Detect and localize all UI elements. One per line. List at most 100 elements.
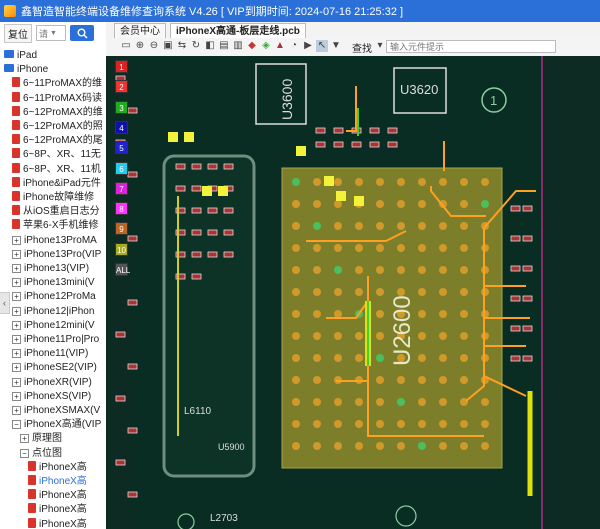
tree-item[interactable]: 6~8P、XR、11无 [0, 147, 106, 162]
tree-item[interactable]: iPhone&iPad元件 [0, 176, 106, 191]
layer-bottom-icon[interactable]: ▥ [232, 40, 244, 52]
component-search-input[interactable] [386, 40, 556, 53]
tree-item[interactable]: + iPhoneXS(VIP) [0, 389, 106, 404]
bga-ball [292, 420, 300, 428]
expand-icon: + [12, 249, 21, 259]
tree-item[interactable]: iPhoneX高 [0, 488, 106, 503]
tree-item[interactable]: + iPhoneSE2(VIP) [0, 360, 106, 375]
pointer-icon[interactable]: ▶ [302, 40, 314, 52]
chip-label-u3600: U3600 [279, 79, 295, 120]
measure-icon[interactable]: ◔ [288, 40, 300, 52]
bga-ball [292, 244, 300, 252]
tree-item[interactable]: 苹果6-X手机维修 [0, 218, 106, 233]
zoom-in-icon[interactable]: ⊕ [134, 40, 146, 52]
layer-button[interactable]: 9 [115, 222, 128, 236]
zoom-out-icon[interactable]: ⊖ [148, 40, 160, 52]
bga-ball [334, 442, 342, 450]
tree-item[interactable]: + iPhone13ProMA [0, 233, 106, 248]
filter-icon[interactable]: ▼ [330, 40, 342, 52]
search-button[interactable] [70, 25, 94, 41]
tree-item[interactable]: + iPhoneXR(VIP) [0, 375, 106, 390]
smd-pad [191, 273, 202, 280]
bga-ball [313, 244, 321, 252]
tree-item[interactable]: iPhoneX高 [0, 502, 106, 517]
highlight-pad [168, 132, 178, 142]
bga-ball [355, 332, 363, 340]
tree-item[interactable]: 6~12ProMAX的照 [0, 119, 106, 134]
tree-item[interactable]: 6~12ProMAX的维 [0, 105, 106, 120]
layer-button[interactable]: 8 [115, 202, 128, 216]
category-select[interactable]: 请 ▼ [36, 25, 66, 41]
bga-ball [439, 332, 447, 340]
diamond-icon[interactable]: ◆ [246, 40, 258, 52]
tree-item[interactable]: 6~11ProMAX的维 [0, 76, 106, 91]
collapse-panel-button[interactable]: ‹ [0, 292, 10, 314]
bga-ball [418, 244, 426, 252]
tree-item[interactable]: + 原理图 [0, 431, 106, 446]
reset-button[interactable]: 复位 [4, 23, 32, 43]
tree-item[interactable]: + iPhone11(VIP) [0, 346, 106, 361]
mark-icon[interactable]: ▲ [274, 40, 286, 52]
tree-item[interactable]: + iPhone12ProMa [0, 289, 106, 304]
search-label: 查找 [352, 44, 372, 55]
tab-member-center[interactable]: 会员中心 [114, 23, 166, 39]
tree-item-label: 6~12ProMAX的维 [23, 106, 103, 118]
tree-item[interactable]: iPhoneX高 [0, 474, 106, 489]
select-tool-icon[interactable]: ▭ [120, 40, 132, 52]
tree-item[interactable]: iPhoneX高 [0, 517, 106, 529]
tree-item[interactable]: 6~8P、XR、11机 [0, 162, 106, 177]
tree-item[interactable]: + iPhone13Pro(VIP [0, 247, 106, 262]
layer-button[interactable]: 1 [115, 60, 128, 73]
dropdown-icon[interactable]: ▾ [374, 40, 386, 52]
tree-item[interactable]: 从iOS重启日志分 [0, 204, 106, 219]
layer-button[interactable]: 5 [115, 141, 128, 155]
bga-ball [460, 354, 468, 362]
tree-item[interactable]: iPhone故障维修 [0, 190, 106, 205]
cursor-icon[interactable]: ↖ [316, 40, 328, 52]
tree-item[interactable]: − 点位图 [0, 446, 106, 461]
layer-button[interactable]: 4 [115, 120, 128, 134]
smd-pad [115, 395, 126, 402]
bga-ball [355, 244, 363, 252]
bga-ball [376, 178, 384, 186]
tree-item[interactable]: + iPhone13(VIP) [0, 261, 106, 276]
tree-item[interactable]: 6~11ProMAX码读 [0, 91, 106, 106]
highlight-icon[interactable]: ◈ [260, 40, 272, 52]
layer-top-icon[interactable]: ▤ [218, 40, 230, 52]
tab-pcb-file[interactable]: iPhoneX高通-板层走线.pcb [170, 23, 306, 39]
tree-item[interactable]: iPhoneX高 [0, 460, 106, 475]
layer-button[interactable]: 3 [115, 100, 128, 114]
bga-ball [397, 420, 405, 428]
smd-pad [175, 185, 186, 192]
bga-ball [355, 178, 363, 186]
tree-item[interactable]: iPhone [0, 62, 106, 77]
tree-item-label: iPhone&iPad元件 [23, 177, 101, 189]
layer-button[interactable]: 2 [115, 80, 128, 94]
flip-icon[interactable]: ◧ [204, 40, 216, 52]
tree-item[interactable]: + iPhone12mini(V [0, 318, 106, 333]
mirror-icon[interactable]: ⇆ [176, 40, 188, 52]
label-l2703: L2703 [210, 513, 238, 524]
tree-item[interactable]: − iPhoneX高通(VIP [0, 417, 106, 432]
tree-item[interactable]: iPad [0, 48, 106, 63]
tree-item[interactable]: + iPhoneXSMAX(V [0, 403, 106, 418]
tree-item[interactable]: 6~12ProMAX的尾 [0, 133, 106, 148]
pcb-canvas[interactable]: U3600 U3620 U2600 L6110 U5900 L2703 1 [106, 56, 600, 529]
zoom-fit-icon[interactable]: ▣ [162, 40, 174, 52]
layer-button[interactable]: 10 [115, 242, 128, 256]
tree-item-label: iPhoneXSMAX(V [24, 405, 101, 416]
bga-ball [292, 332, 300, 340]
rotate-icon[interactable]: ↻ [190, 40, 202, 52]
layer-button[interactable]: 7 [115, 181, 128, 195]
chip-label-u3620: U3620 [400, 82, 438, 97]
tree-item[interactable]: + iPhone13mini(V [0, 275, 106, 290]
highlight-pad [296, 146, 306, 156]
tree-item[interactable]: + iPhone12|iPhon [0, 304, 106, 319]
layer-button[interactable]: 6 [115, 161, 128, 175]
layer-button[interactable]: ALL [115, 263, 130, 276]
tree-item-label: iPhoneXS(VIP) [24, 390, 92, 402]
bga-ball [334, 222, 342, 230]
pdf-icon [12, 105, 20, 116]
tree-item[interactable]: + iPhone11Pro|Pro [0, 332, 106, 347]
tree-item-label: 从iOS重启日志分 [23, 206, 100, 218]
